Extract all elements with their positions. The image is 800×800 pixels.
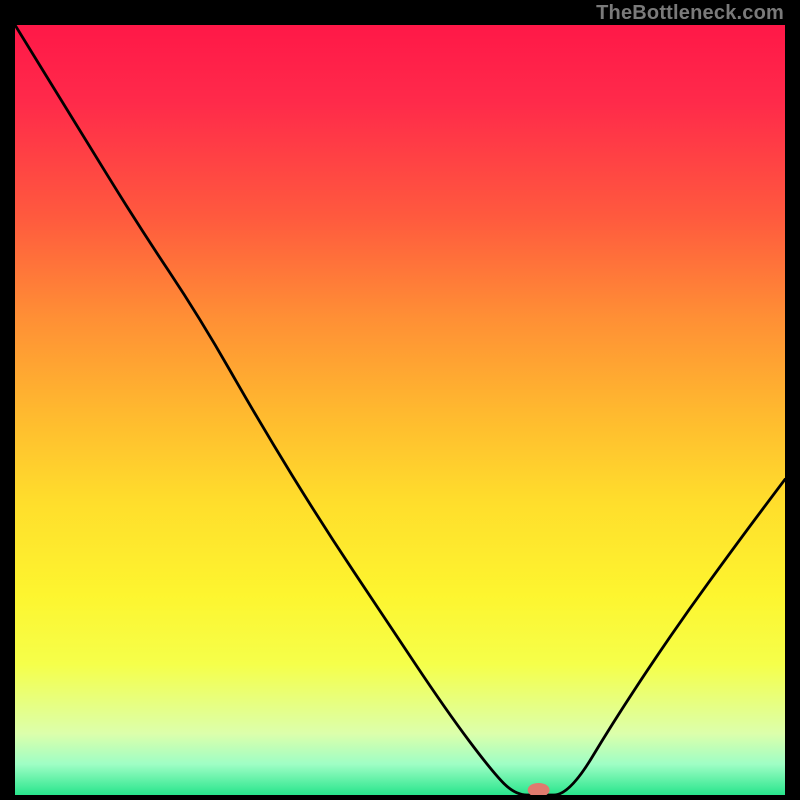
- bottleneck-curve-line: [15, 25, 785, 795]
- sweet-spot-marker: [528, 783, 550, 795]
- chart-plot-area: [15, 25, 785, 795]
- attribution-text: TheBottleneck.com: [596, 2, 784, 25]
- chart-svg: [15, 25, 785, 795]
